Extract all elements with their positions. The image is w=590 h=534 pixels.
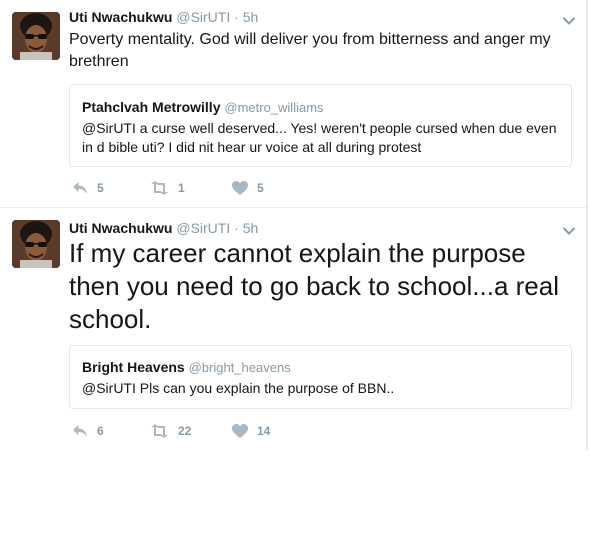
author-handle[interactable]: @SirUTI [176, 9, 230, 25]
reply-count: 5 [97, 181, 104, 195]
author-name[interactable]: Uti Nwachukwu [69, 220, 172, 236]
timestamp[interactable]: 5h [243, 9, 259, 25]
quoted-author-name: Bright Heavens [82, 359, 185, 375]
retweet-count: 22 [178, 424, 192, 438]
quoted-tweet[interactable]: Ptahclvah Metrowilly @metro_williams @Si… [69, 84, 572, 167]
reply-icon [73, 182, 87, 194]
quoted-tweet-header: Bright Heavens @bright_heavens [82, 359, 291, 375]
timestamp[interactable]: 5h [243, 220, 259, 236]
heart-icon [232, 181, 248, 195]
tweet-header: Uti Nwachukwu @SirUTI · 5h [69, 220, 258, 236]
quoted-tweet-header: Ptahclvah Metrowilly @metro_williams [82, 99, 324, 115]
author-handle[interactable]: @SirUTI [176, 220, 230, 236]
quoted-tweet[interactable]: Bright Heavens @bright_heavens @SirUTI P… [69, 345, 572, 409]
retweet-button[interactable]: 1 [150, 180, 185, 196]
tweet-actions: 6 22 14 [72, 423, 372, 439]
avatar[interactable] [12, 12, 60, 60]
tweet-header: Uti Nwachukwu @SirUTI · 5h [69, 9, 258, 25]
reply-count: 6 [97, 424, 104, 438]
like-count: 14 [257, 424, 271, 438]
like-count: 5 [257, 181, 264, 195]
quoted-tweet-text: @SirUTI Pls can you explain the purpose … [82, 380, 395, 396]
retweet-button[interactable]: 22 [150, 423, 191, 439]
retweet-icon [151, 181, 168, 195]
like-button[interactable]: 5 [232, 180, 264, 196]
reply-button[interactable]: 6 [72, 423, 104, 439]
tweet-text: If my career cannot explain the purpose … [69, 238, 560, 334]
quoted-author-name: Ptahclvah Metrowilly [82, 99, 221, 115]
like-button[interactable]: 14 [232, 423, 270, 439]
retweet-icon [151, 424, 168, 438]
tweet-text: Poverty mentality. God will deliver you … [69, 31, 551, 70]
chevron-down-icon[interactable] [562, 223, 576, 235]
separator: · [234, 9, 239, 25]
tweet-actions: 5 1 5 [72, 180, 372, 196]
avatar-image [12, 12, 60, 60]
quoted-author-handle: @bright_heavens [188, 360, 291, 375]
quoted-author-handle: @metro_williams [224, 100, 324, 115]
chevron-down-icon[interactable] [562, 13, 576, 25]
tweet[interactable]: Uti Nwachukwu @SirUTI · 5h If my career … [0, 208, 588, 451]
quoted-tweet-text: @SirUTI a curse well deserved... Yes! we… [82, 120, 557, 155]
retweet-count: 1 [178, 181, 185, 195]
reply-icon [73, 425, 87, 437]
reply-button[interactable]: 5 [72, 180, 104, 196]
tweet[interactable]: Uti Nwachukwu @SirUTI · 5h Poverty menta… [0, 0, 588, 207]
author-name[interactable]: Uti Nwachukwu [69, 9, 172, 25]
heart-icon [232, 424, 248, 438]
avatar[interactable] [12, 220, 60, 268]
avatar-image [12, 220, 60, 268]
separator: · [234, 220, 239, 236]
